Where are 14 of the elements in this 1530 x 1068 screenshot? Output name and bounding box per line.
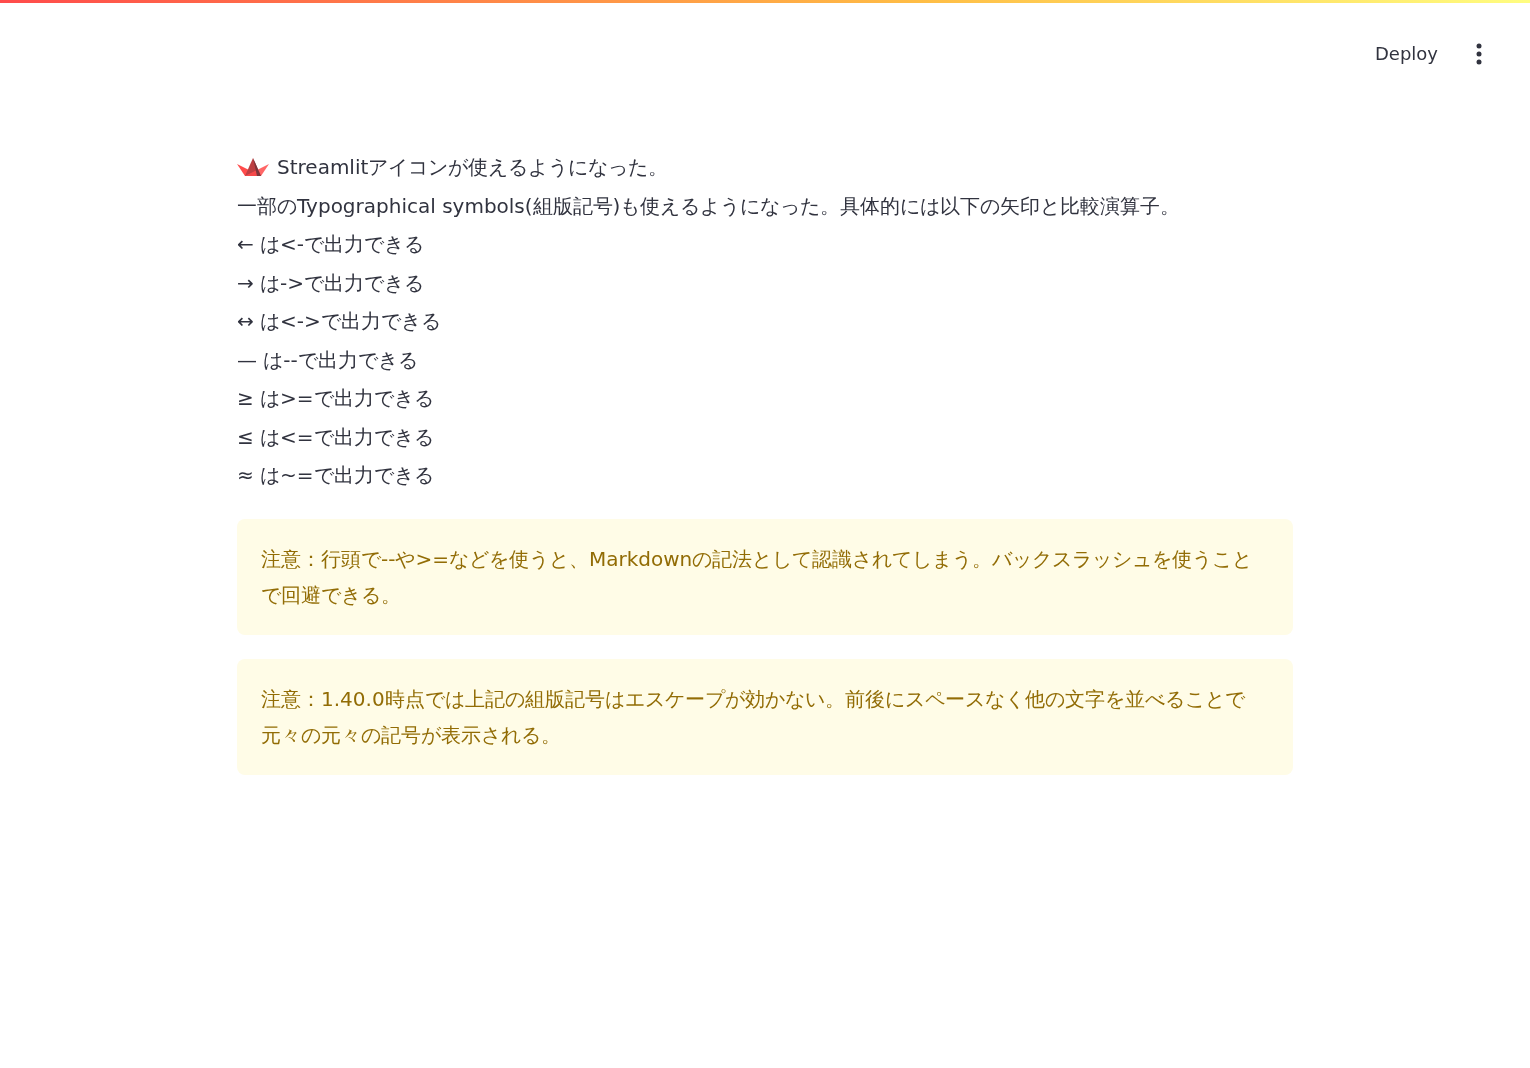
text-line: ≤ は<=で出力できる (237, 423, 435, 451)
text-line: ≥ は>=で出力できる (237, 385, 435, 412)
more-icon (1476, 42, 1482, 65)
text-line: — は--で出力できる (237, 346, 419, 374)
warning-alert: 注意：1.40.0時点では上記の組版記号はエスケープが効かない。前後にスペースなく他の文字を並べることで元々の元々の記号が表示される。 (237, 658, 1293, 775)
text-line: Streamlitアイコンが使えるようになった。 (277, 154, 669, 181)
crown-icon (237, 158, 269, 177)
warning-alert: 注意：行頭で--や>=などを使うと、Markdownの記法として認識されてしまう。バックスラッシュを使うことで回避できる。 (237, 518, 1293, 635)
text-line: ↔ は<->で出力できる (237, 308, 442, 335)
text-line: → は->で出力できる (237, 269, 426, 297)
text-line: 一部のTypographical symbols(組版記号)も使えるようになった。具体的には以下の矢印と比較演算子。 (237, 192, 1182, 220)
text-line: ← は<-で出力できる (237, 231, 426, 258)
text-line: ≈ は~=で出力できる (237, 462, 435, 489)
deploy-button[interactable]: Deploy (1364, 35, 1448, 71)
